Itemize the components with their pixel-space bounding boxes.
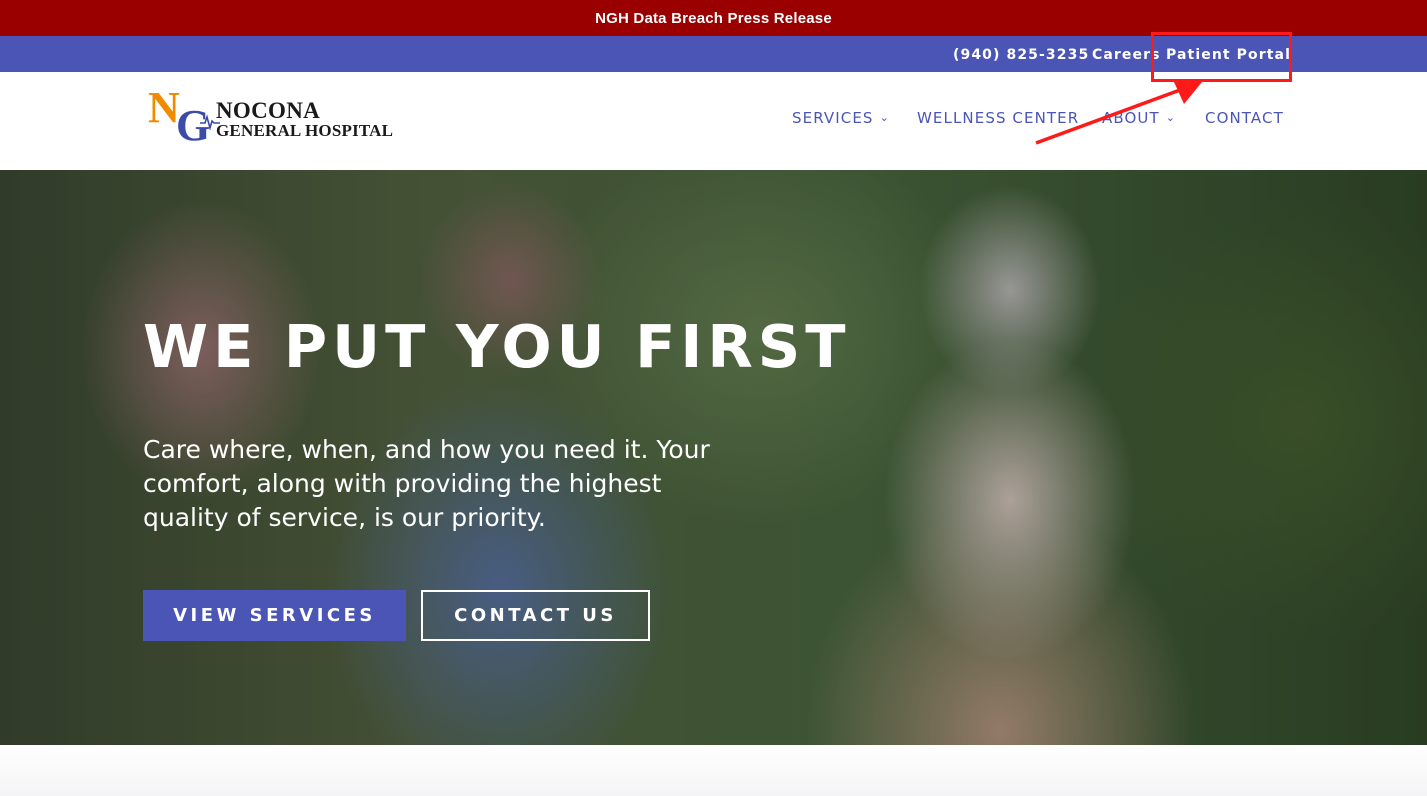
hero-subtitle: Care where, when, and how you need it. Y…: [143, 435, 710, 532]
contact-us-button[interactable]: CONTACT US: [421, 590, 650, 641]
logo-mark-n: N: [148, 83, 180, 132]
phone-link[interactable]: (940) 825-3235: [953, 36, 1089, 72]
breach-press-release-link[interactable]: NGH Data Breach Press Release: [595, 10, 832, 27]
nav-item-contact[interactable]: CONTACT: [1205, 109, 1284, 127]
view-services-button[interactable]: VIEW SERVICES: [143, 590, 406, 641]
annotation-arrow-icon: [1035, 82, 1202, 145]
logo-text-general-hospital: GENERAL HOSPITAL: [216, 121, 394, 140]
nav-item-label: SERVICES: [792, 109, 874, 127]
nav-item-label: CONTACT: [1205, 109, 1284, 127]
content-section-top: [0, 745, 1427, 796]
hero-title: WE PUT YOU FIRST: [143, 312, 851, 381]
nav-item-services[interactable]: SERVICES ⌄: [792, 109, 890, 127]
hospital-logo[interactable]: N G NOCONA GENERAL HOSPITAL: [148, 86, 398, 150]
alert-bar: NGH Data Breach Press Release: [0, 0, 1427, 36]
chevron-down-icon: ⌄: [879, 111, 890, 124]
